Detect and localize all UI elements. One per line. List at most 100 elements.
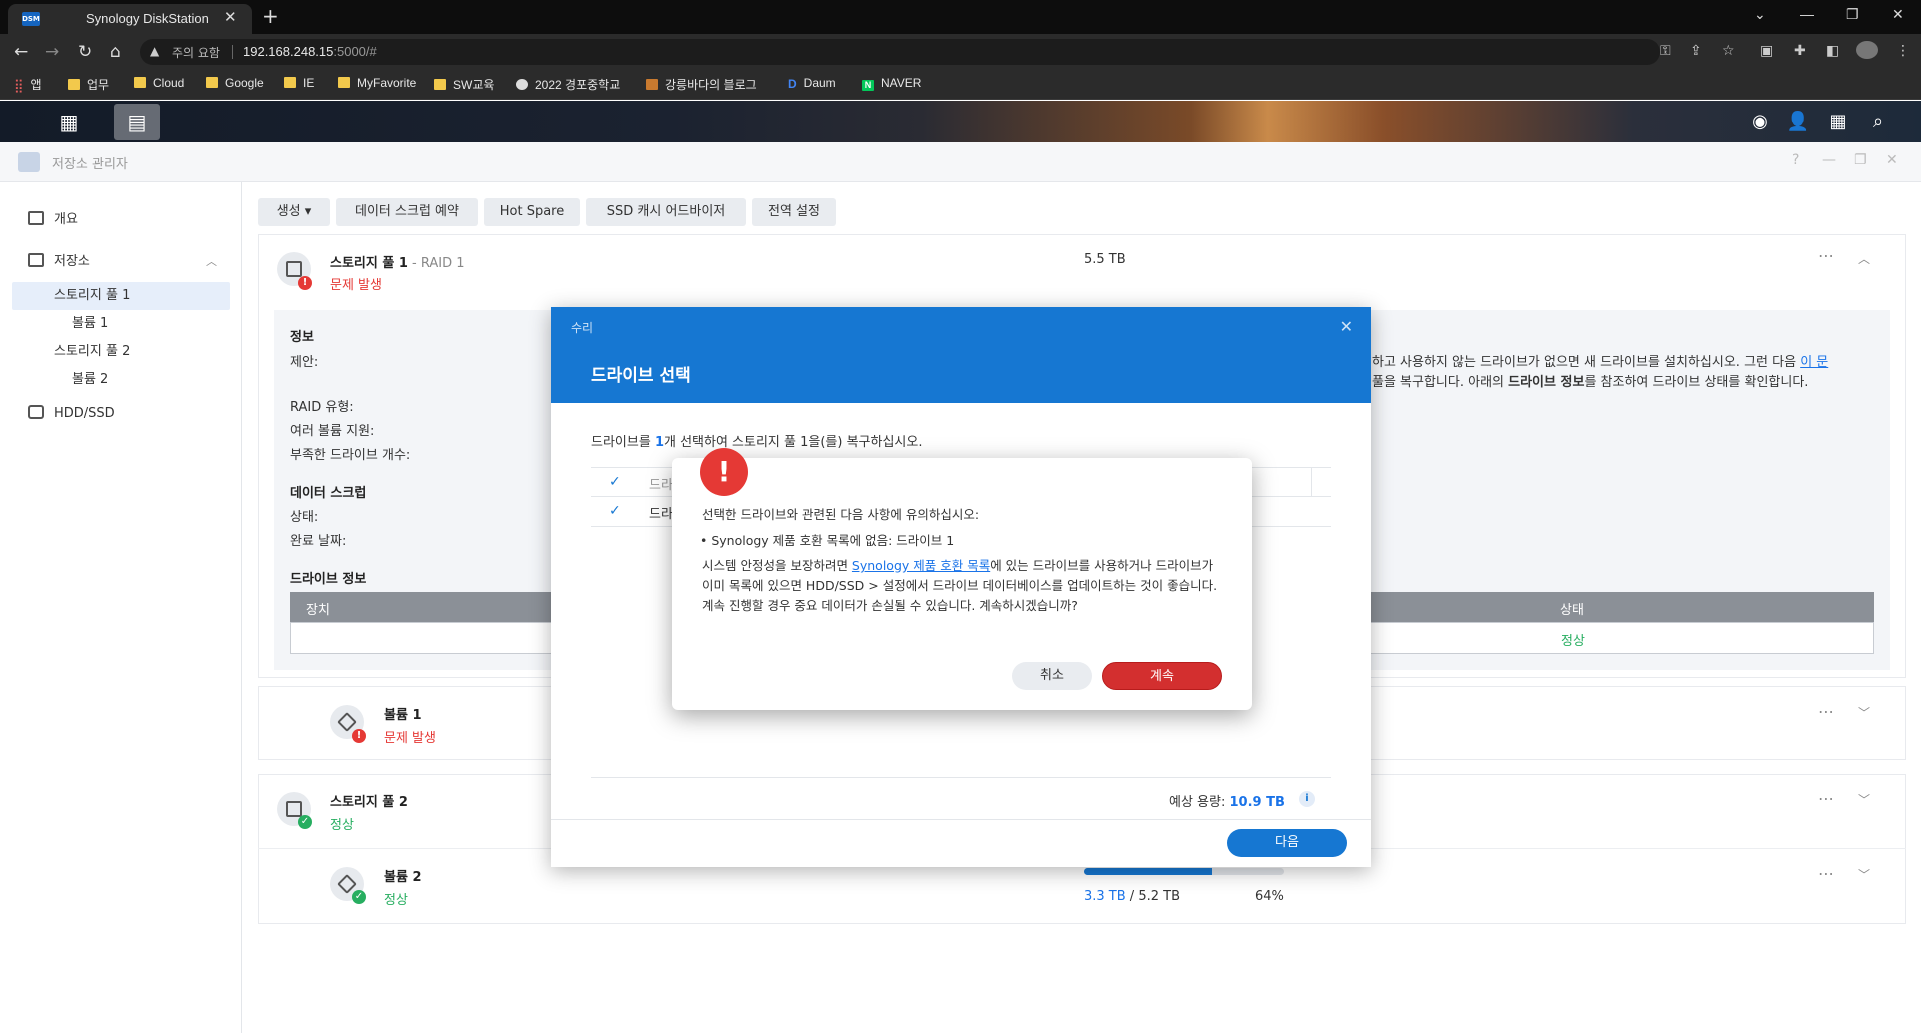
- widgets-icon[interactable]: ▦: [1824, 108, 1852, 136]
- sidebar-item-overview[interactable]: 개요: [12, 206, 230, 234]
- notification-icon[interactable]: ◉: [1746, 108, 1774, 136]
- chevron-down-icon[interactable]: ﹀: [1858, 704, 1870, 721]
- bookmark-label: NAVER: [881, 76, 922, 90]
- app-close-icon[interactable]: ✕: [1886, 152, 1898, 168]
- profile-avatar[interactable]: [1856, 41, 1878, 59]
- chevron-down-icon[interactable]: ﹀: [1858, 791, 1870, 808]
- user-icon[interactable]: 👤: [1784, 108, 1812, 136]
- sidebar-item-storage[interactable]: 저장소 ︿: [12, 248, 230, 276]
- global-settings-button[interactable]: 전역 설정: [752, 198, 836, 226]
- drive-row-label: 드라: [649, 507, 673, 522]
- bookmark-sw[interactable]: SW교육: [434, 76, 494, 93]
- select-all-checkbox[interactable]: ✓: [609, 474, 625, 490]
- chevron-down-icon[interactable]: ﹀: [1858, 866, 1870, 883]
- ssd-advisor-button[interactable]: SSD 캐시 어드바이저: [586, 198, 746, 226]
- chevron-up-icon[interactable]: ︿: [1858, 250, 1870, 267]
- repair-instruction: 드라이브를 1개 선택하여 스토리지 풀 1을(를) 복구하십시오.: [591, 431, 922, 450]
- compat-list-link[interactable]: Synology 제품 호환 목록: [852, 558, 990, 573]
- app-minimize-icon[interactable]: —: [1822, 152, 1836, 168]
- search-icon[interactable]: ⌕: [1864, 108, 1892, 136]
- more-options-icon[interactable]: ⋯: [1818, 246, 1835, 265]
- menu-icon[interactable]: ⋮: [1896, 43, 1910, 59]
- minimize-icon[interactable]: —: [1800, 6, 1814, 22]
- instr-count: 1: [654, 435, 664, 450]
- suggest-text: 를 참조하여 드라이브 상태를 확인합니다.: [1584, 375, 1809, 390]
- security-warning[interactable]: 주의 요함: [172, 44, 220, 61]
- storage-manager-taskbar-icon[interactable]: ▤: [114, 104, 160, 140]
- bookmark-label: IE: [303, 76, 315, 90]
- warning-icon[interactable]: ▲: [150, 44, 159, 58]
- bookmark-google[interactable]: Google: [206, 76, 264, 90]
- close-window-icon[interactable]: ✕: [1892, 6, 1904, 23]
- bookmark-ie[interactable]: IE: [284, 76, 314, 90]
- url-host: 192.168.248.15: [243, 44, 334, 59]
- drive-checkbox[interactable]: ✓: [609, 503, 625, 519]
- share-icon[interactable]: ⇪: [1690, 43, 1702, 59]
- sidebar-item-volume2[interactable]: 볼륨 2: [12, 366, 230, 394]
- more-options-icon[interactable]: ⋯: [1818, 789, 1835, 808]
- reload-icon[interactable]: ↻: [78, 42, 92, 62]
- footer-divider: [551, 819, 1371, 820]
- create-button[interactable]: 생성 ▾: [258, 198, 330, 226]
- key-icon[interactable]: ⚿: [1660, 43, 1671, 59]
- more-options-icon[interactable]: ⋯: [1818, 864, 1835, 883]
- extension-icon[interactable]: ▣: [1760, 43, 1773, 59]
- continue-button[interactable]: 계속: [1102, 662, 1222, 690]
- volume2-name: 볼륨 2: [384, 870, 422, 885]
- suggest-label: 제안:: [290, 355, 319, 370]
- bookmark-naver[interactable]: N NAVER: [862, 76, 921, 91]
- bookmark-label: 2022 경포중학교: [535, 78, 621, 92]
- chevron-up-icon[interactable]: ︿: [206, 248, 217, 276]
- sidebar-item-pool1[interactable]: 스토리지 풀 1: [12, 282, 230, 310]
- bookmark-cloud[interactable]: Cloud: [134, 76, 184, 90]
- tab-search-icon[interactable]: ⌄: [1754, 6, 1766, 23]
- bookmark-apps[interactable]: ⣿ 앱: [14, 76, 42, 94]
- bookmark-school[interactable]: 2022 경포중학교: [516, 76, 620, 93]
- sidebar-item-hdd[interactable]: HDD/SSD: [12, 400, 230, 428]
- sidepanel-icon[interactable]: ◧: [1826, 43, 1839, 59]
- bookmark-star-icon[interactable]: ☆: [1722, 43, 1735, 59]
- hot-spare-button[interactable]: Hot Spare: [484, 198, 580, 226]
- suggest-text-2: 풀을 복구합니다. 아래의 드라이브 정보를 참조하여 드라이브 상태를 확인합…: [1372, 371, 1808, 390]
- folder-icon: [284, 77, 296, 88]
- est-label: 예상 용량:: [1169, 795, 1230, 810]
- suggest-link[interactable]: 이 문: [1800, 355, 1828, 370]
- puzzle-icon[interactable]: ✚: [1794, 43, 1806, 59]
- bookmark-myfavorite[interactable]: MyFavorite: [338, 76, 416, 90]
- row-status: 정상: [1561, 634, 1585, 649]
- main-menu-icon[interactable]: ▦: [46, 104, 92, 140]
- cancel-button[interactable]: 취소: [1012, 662, 1092, 690]
- sidebar-item-volume1[interactable]: 볼륨 1: [12, 310, 230, 338]
- overview-icon: [28, 211, 44, 225]
- raid-type-label: RAID 유형:: [290, 400, 354, 415]
- browser-tab-bar: DSM Synology DiskStation ✕ + ⌄ — ❐ ✕: [0, 0, 1921, 34]
- home-icon[interactable]: ⌂: [110, 42, 121, 62]
- scrub-schedule-button[interactable]: 데이터 스크럽 예약: [336, 198, 478, 226]
- volume1-name: 볼륨 1: [384, 708, 422, 723]
- browser-tab[interactable]: DSM Synology DiskStation ✕: [8, 4, 252, 34]
- forward-icon[interactable]: →: [45, 42, 59, 62]
- bookmark-label: Cloud: [153, 76, 185, 90]
- help-icon[interactable]: ?: [1792, 152, 1799, 168]
- bookmark-work[interactable]: 업무: [68, 76, 109, 93]
- hdd-icon: [28, 405, 44, 419]
- restore-icon[interactable]: ❐: [1846, 6, 1859, 23]
- bookmark-daum[interactable]: D Daum: [788, 76, 836, 91]
- back-icon[interactable]: ←: [14, 42, 28, 62]
- info-icon[interactable]: i: [1299, 791, 1315, 807]
- app-maximize-icon[interactable]: ❐: [1854, 152, 1867, 168]
- close-icon[interactable]: ✕: [1340, 317, 1353, 336]
- bookmark-label: 업무: [87, 78, 110, 92]
- sidebar-item-pool2[interactable]: 스토리지 풀 2: [12, 338, 230, 366]
- more-options-icon[interactable]: ⋯: [1818, 702, 1835, 721]
- volume2-used: 3.3 TB: [1084, 889, 1126, 904]
- next-button[interactable]: 다음: [1227, 829, 1347, 857]
- volume2-usage-fill: [1084, 868, 1212, 875]
- url-input[interactable]: ▲ 주의 요함 192.168.248.15:5000/# ⚿: [140, 39, 1671, 65]
- new-tab-icon[interactable]: +: [262, 4, 279, 28]
- alert-bullet: • Synology 제품 호환 목록에 없음: 드라이브 1: [700, 533, 955, 548]
- bookmark-blog[interactable]: 강릉바다의 블로그: [646, 76, 757, 93]
- tab-close-icon[interactable]: ✕: [224, 8, 237, 26]
- apps-grid-icon: ⣿: [14, 78, 24, 93]
- alert-text: 시스템 안정성을 보장하려면: [702, 558, 852, 573]
